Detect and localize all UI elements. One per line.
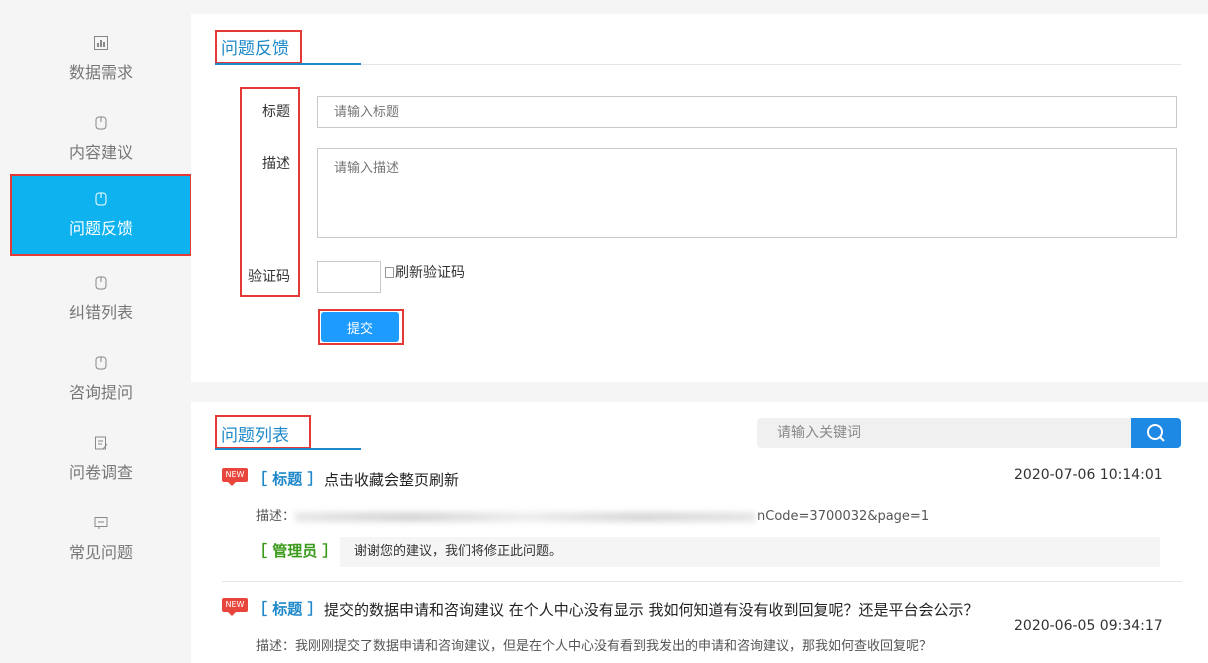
sidebar-item-label: 问题反馈	[68, 219, 133, 238]
sidebar-item-label: 咨询提问	[68, 383, 133, 402]
title-label: 标题	[262, 104, 290, 120]
sidebar-item-label: 纠错列表	[68, 303, 133, 322]
sidebar-item-faq[interactable]: 常见问题	[10, 498, 192, 578]
feedback-title: 问题反馈	[221, 39, 289, 59]
mouse-icon	[95, 356, 107, 370]
question-time: 2020-06-05 09:34:17	[1014, 618, 1163, 634]
question-time: 2020-07-06 10:14:01	[1014, 467, 1163, 483]
captcha-alt-text: 刷新验证码	[395, 265, 465, 281]
title-rule	[361, 64, 1181, 65]
sidebar-item-survey[interactable]: 问卷调查	[10, 418, 192, 498]
submit-button[interactable]: 提交	[321, 312, 399, 342]
sidebar-item-label: 问卷调查	[68, 463, 133, 482]
sidebar: 数据需求 内容建议 问题反馈 纠错列表 咨询提问 问卷调查 常见问题	[0, 0, 192, 663]
description-label: 描述	[262, 156, 290, 172]
message-icon	[94, 517, 108, 529]
title-tag: ［ 标题 ］	[252, 470, 323, 488]
question-title[interactable]: 提交的数据申请和咨询建议 在个人中心没有显示 我如何知道有没有收到回复呢？还是平…	[324, 599, 979, 620]
mouse-icon	[95, 276, 107, 290]
list-item: NEW ［ 标题 ］ 点击收藏会整页刷新 2020-07-06 10:14:01…	[222, 464, 1182, 574]
description-textarea[interactable]	[317, 148, 1177, 238]
sidebar-item-correction-list[interactable]: 纠错列表	[10, 258, 192, 338]
question-list-title: 问题列表	[221, 426, 289, 446]
broken-image-icon	[385, 267, 394, 278]
captcha-label: 验证码	[248, 269, 290, 285]
new-badge: NEW	[222, 598, 248, 616]
mouse-icon	[95, 116, 107, 130]
list-item: NEW ［ 标题 ］ 提交的数据申请和咨询建议 在个人中心没有显示 我如何知道有…	[222, 594, 1182, 663]
title-input[interactable]	[317, 96, 1177, 128]
title-tag: ［ 标题 ］	[252, 600, 323, 618]
sidebar-item-label: 常见问题	[68, 543, 133, 562]
sidebar-item-data-request[interactable]: 数据需求	[10, 18, 192, 98]
captcha-image[interactable]: 刷新验证码	[385, 262, 465, 282]
title-underline	[215, 448, 361, 450]
title-underline	[215, 63, 361, 65]
form-labels: 标题 描述 验证码	[242, 89, 290, 295]
sidebar-item-content-suggestion[interactable]: 内容建议	[10, 98, 192, 178]
sidebar-item-label: 内容建议	[68, 143, 133, 162]
question-title[interactable]: 点击收藏会整页刷新	[324, 469, 459, 490]
question-description: 描述：我刚刚提交了数据申请和咨询建议，但是在个人中心没有看到我发出的申请和咨询建…	[256, 639, 933, 654]
sidebar-item-consult[interactable]: 咨询提问	[10, 338, 192, 418]
desc-label: 描述：	[256, 509, 296, 524]
search-button[interactable]	[1131, 418, 1181, 448]
captcha-input[interactable]	[317, 261, 381, 293]
new-badge: NEW	[222, 468, 248, 486]
bar-chart-icon	[94, 36, 108, 50]
list-divider	[222, 581, 1182, 582]
admin-reply: 谢谢您的建议，我们将修正此问题。	[340, 537, 1160, 567]
admin-tag: ［ 管理员 ］	[252, 542, 338, 560]
survey-icon	[95, 436, 108, 450]
search-input[interactable]: 请输入关键词	[757, 418, 1133, 448]
redacted-blur	[295, 511, 756, 522]
mouse-icon	[95, 192, 107, 206]
sidebar-item-label: 数据需求	[68, 63, 133, 82]
sidebar-item-feedback[interactable]: 问题反馈	[10, 174, 192, 256]
desc-tail: nCode=3700032&page=1	[757, 509, 930, 524]
search-icon	[1147, 424, 1165, 442]
question-description: 描述： nCode=3700032&page=1	[256, 505, 929, 524]
